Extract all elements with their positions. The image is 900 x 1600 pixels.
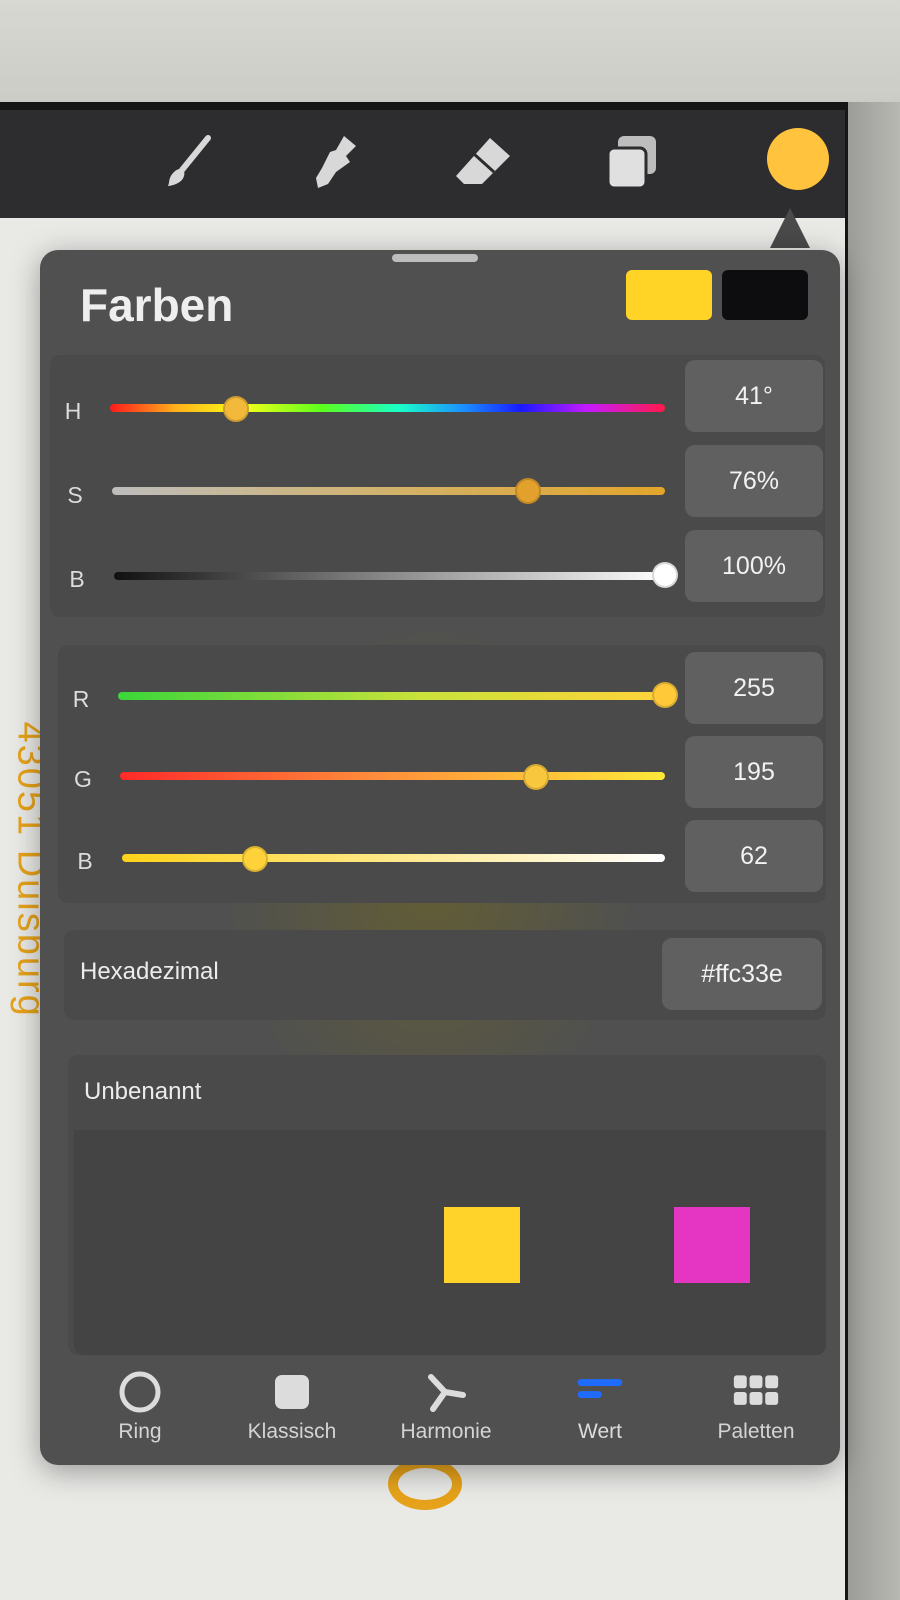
brightness-slider-track[interactable] [114, 572, 665, 580]
saturation-label: S [67, 482, 83, 508]
hex-label: Hexadezimal [80, 958, 219, 985]
hue-slider-thumb[interactable] [223, 396, 249, 422]
palette-swatch-yellow[interactable] [444, 1207, 520, 1283]
brush-icon[interactable] [158, 130, 222, 194]
green-slider-track[interactable] [120, 772, 665, 780]
brightness-slider-thumb[interactable] [652, 562, 678, 588]
tab-value-label: Wert [578, 1420, 622, 1443]
red-slider-thumb[interactable] [652, 682, 678, 708]
red-label: R [72, 686, 90, 712]
tab-classic-label: Klassisch [247, 1420, 337, 1443]
red-value-field[interactable]: 255 [685, 652, 823, 724]
tab-palettes-label: Paletten [717, 1420, 795, 1443]
hue-value-field[interactable]: 41° [685, 360, 823, 432]
green-label: G [74, 766, 92, 792]
palette-name[interactable]: Unbenannt [84, 1078, 201, 1106]
palette-swatch-magenta[interactable] [674, 1207, 750, 1283]
red-slider-track[interactable] [118, 692, 665, 700]
palettes-grid-icon [732, 1368, 780, 1416]
eraser-icon[interactable] [452, 130, 516, 194]
blue-slider-track[interactable] [122, 854, 665, 862]
green-value-field[interactable]: 195 [685, 736, 823, 808]
brightness-label: B [69, 566, 85, 592]
tab-ring-label: Ring [118, 1420, 162, 1443]
tablet-edge [848, 102, 900, 1600]
tab-classic[interactable]: Klassisch [222, 1368, 362, 1458]
blue-value-field[interactable]: 62 [685, 820, 823, 892]
panel-grabber[interactable] [392, 254, 478, 262]
tab-harmony-label: Harmonie [400, 1420, 492, 1443]
layers-icon[interactable] [600, 130, 664, 194]
secondary-color-swatch[interactable] [722, 270, 808, 320]
hue-slider-track[interactable] [110, 404, 665, 412]
saturation-slider-track[interactable] [112, 487, 665, 495]
smudge-icon[interactable] [304, 130, 368, 194]
hue-label: H [64, 398, 82, 424]
green-slider-thumb[interactable] [523, 764, 549, 790]
hex-value-field[interactable]: #ffc33e [662, 938, 822, 1010]
blue-slider-thumb[interactable] [242, 846, 268, 872]
canvas-stroke [388, 1458, 462, 1510]
brightness-value-field[interactable]: 100% [685, 530, 823, 602]
blue-label: B [77, 848, 93, 874]
tab-palettes[interactable]: Paletten [686, 1368, 826, 1458]
tab-value[interactable]: Wert [530, 1368, 670, 1458]
saturation-value-field[interactable]: 76% [685, 445, 823, 517]
tab-ring[interactable]: Ring [70, 1368, 210, 1458]
harmony-icon [422, 1368, 470, 1416]
classic-square-icon [268, 1368, 316, 1416]
popover-arrow [770, 208, 810, 248]
primary-color-swatch[interactable] [626, 270, 712, 320]
current-color-button[interactable] [767, 128, 829, 190]
ring-icon [116, 1368, 164, 1416]
value-sliders-icon [576, 1368, 624, 1416]
saturation-slider-thumb[interactable] [515, 478, 541, 504]
tab-harmony[interactable]: Harmonie [376, 1368, 516, 1458]
toolbar [0, 110, 845, 218]
panel-title: Farben [80, 279, 234, 331]
